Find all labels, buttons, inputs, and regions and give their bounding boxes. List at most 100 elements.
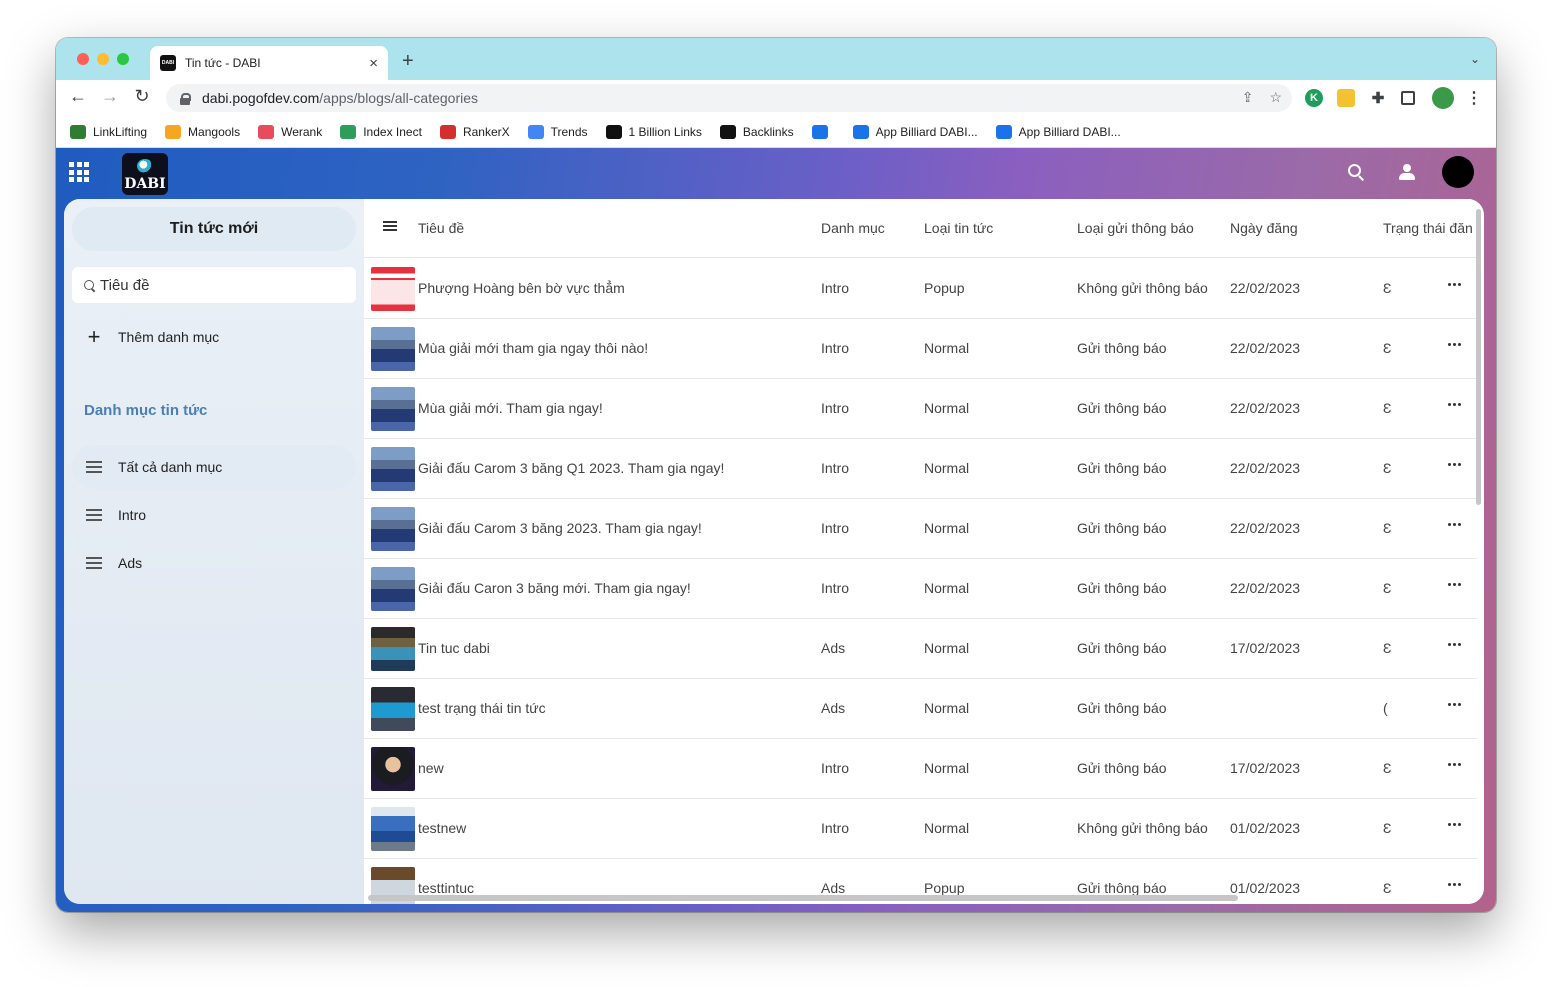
cell-type: Popup bbox=[924, 280, 965, 296]
search-icon bbox=[84, 280, 94, 290]
bookmark-star-icon[interactable]: ☆ bbox=[1269, 89, 1282, 106]
reload-icon[interactable]: ↻ bbox=[130, 86, 154, 107]
bookmark-favicon-icon bbox=[811, 124, 828, 139]
list-icon bbox=[86, 557, 102, 569]
dabi-logo[interactable]: DABI bbox=[122, 153, 168, 195]
share-icon[interactable]: ⇪ bbox=[1242, 89, 1254, 106]
table-row[interactable]: Phượng Hoàng bên bờ vực thẳm Intro Popup Kh… bbox=[364, 259, 1477, 319]
bookmark-item[interactable]: Werank bbox=[258, 124, 322, 139]
bookmark-favicon-icon bbox=[995, 124, 1012, 139]
column-header-date[interactable]: Ngày đăng bbox=[1230, 220, 1298, 236]
broom-extension-icon[interactable] bbox=[1337, 89, 1355, 107]
search-icon[interactable] bbox=[1346, 162, 1366, 182]
tab-search-chevron-icon[interactable]: ⌄ bbox=[1470, 52, 1480, 66]
cell-category: Intro bbox=[821, 520, 850, 536]
cell-notify: Gửi thông báo bbox=[1077, 880, 1167, 896]
browser-menu-icon[interactable]: ⋮ bbox=[1465, 89, 1483, 107]
cell-notify: Gửi thông báo bbox=[1077, 460, 1167, 476]
browser-tab[interactable]: DABI Tin tức - DABI × bbox=[150, 46, 388, 80]
side-panel-icon[interactable] bbox=[1401, 91, 1415, 105]
maximize-window-button[interactable] bbox=[117, 53, 129, 65]
bookmark-item[interactable] bbox=[811, 124, 835, 139]
extensions-puzzle-icon[interactable]: ✚ bbox=[1369, 89, 1387, 107]
table-row[interactable]: test trạng thái tin tức Ads Normal Gửi thôn… bbox=[364, 679, 1477, 739]
cell-title: Mùa giải mới. Tham gia ngay! bbox=[418, 400, 603, 416]
bookmark-label: App Billiard DABI... bbox=[1018, 124, 1121, 139]
column-header-type[interactable]: Loại tin tức bbox=[924, 220, 993, 236]
bookmark-item[interactable]: 1 Billion Links bbox=[605, 124, 702, 139]
bookmark-item[interactable]: App Billiard DABI... bbox=[995, 124, 1121, 139]
article-thumbnail bbox=[371, 447, 415, 491]
bookmark-item[interactable]: Backlinks bbox=[719, 124, 794, 139]
cell-status: Ɛ bbox=[1383, 520, 1391, 536]
row-more-options-icon[interactable] bbox=[1448, 403, 1462, 407]
vertical-scrollbar[interactable] bbox=[1476, 209, 1481, 505]
tab-close-icon[interactable]: × bbox=[369, 55, 378, 72]
bookmark-favicon-icon bbox=[719, 124, 736, 139]
category-item[interactable]: Tất cả danh mục bbox=[72, 445, 356, 489]
forward-arrow-icon[interactable]: → bbox=[98, 86, 122, 107]
column-header-notify[interactable]: Loại gửi thông báo bbox=[1077, 220, 1194, 236]
main-content: Tin tức mới Tiêu đề + Thêm danh mục Danh… bbox=[64, 199, 1484, 904]
horizontal-scrollbar[interactable] bbox=[368, 895, 1238, 901]
category-item[interactable]: Ads bbox=[72, 541, 356, 585]
row-more-options-icon[interactable] bbox=[1448, 823, 1462, 827]
cell-type: Normal bbox=[924, 520, 970, 536]
new-article-button[interactable]: Tin tức mới bbox=[72, 207, 356, 251]
bookmark-favicon-icon bbox=[70, 124, 86, 139]
table-row[interactable]: Giải đấu Carom 3 băng Q1 2023. Tham gia … bbox=[364, 439, 1477, 499]
article-thumbnail bbox=[371, 507, 415, 551]
apps-grid-icon[interactable] bbox=[69, 162, 89, 182]
bookmark-item[interactable]: App Billiard DABI... bbox=[852, 124, 978, 139]
bookmark-item[interactable]: Mangools bbox=[165, 124, 240, 139]
table-row[interactable]: Giải đấu Caron 3 băng mới. Tham gia ngay… bbox=[364, 559, 1477, 619]
address-bar[interactable]: dabi.pogofdev.com/apps/blogs/all-categor… bbox=[166, 84, 1292, 112]
row-more-options-icon[interactable] bbox=[1448, 343, 1462, 347]
cell-notify: Gửi thông báo bbox=[1077, 700, 1167, 716]
avatar[interactable] bbox=[1442, 156, 1474, 188]
row-more-options-icon[interactable] bbox=[1448, 523, 1462, 527]
search-input[interactable]: Tiêu đề bbox=[72, 267, 356, 303]
table-row[interactable]: Tin tuc dabi Ads Normal Gửi thông báo 17/02/… bbox=[364, 619, 1477, 679]
profile-avatar-icon[interactable] bbox=[1432, 87, 1454, 109]
k-extension-icon[interactable]: K bbox=[1305, 89, 1323, 107]
add-category-label: Thêm danh mục bbox=[118, 329, 220, 345]
column-header-category[interactable]: Danh mục bbox=[821, 220, 885, 236]
cell-title: Phượng Hoàng bên bờ vực thẳm bbox=[418, 280, 625, 296]
row-more-options-icon[interactable] bbox=[1448, 583, 1462, 587]
row-more-options-icon[interactable] bbox=[1448, 283, 1462, 287]
row-more-options-icon[interactable] bbox=[1448, 883, 1462, 887]
bookmark-item[interactable]: LinkLifting bbox=[70, 124, 147, 139]
table-row[interactable]: Mùa giải mới. Tham gia ngay! Intro Normal G… bbox=[364, 379, 1477, 439]
app-header: DABI bbox=[56, 148, 1496, 198]
bookmark-item[interactable]: RankerX bbox=[439, 124, 510, 139]
back-arrow-icon[interactable]: ← bbox=[66, 86, 90, 107]
close-window-button[interactable] bbox=[77, 53, 89, 65]
table-row[interactable]: Mùa giải mới tham gia ngay thôi nào! Intr… bbox=[364, 319, 1477, 379]
column-menu-icon[interactable] bbox=[383, 221, 397, 231]
bookmark-label: Trends bbox=[550, 124, 588, 139]
cell-notify: Gửi thông báo bbox=[1077, 400, 1167, 416]
new-tab-button[interactable]: + bbox=[402, 50, 414, 73]
column-header-status[interactable]: Trạng thái đăn bbox=[1383, 220, 1477, 236]
user-icon[interactable] bbox=[1397, 162, 1417, 182]
cell-status: Ɛ bbox=[1383, 760, 1391, 776]
row-more-options-icon[interactable] bbox=[1448, 703, 1462, 707]
row-more-options-icon[interactable] bbox=[1448, 763, 1462, 767]
table-row[interactable]: Giải đấu Carom 3 băng 2023. Tham gia nga… bbox=[364, 499, 1477, 559]
row-more-options-icon[interactable] bbox=[1448, 463, 1462, 467]
bookmark-favicon-icon bbox=[527, 124, 544, 139]
cell-date: 17/02/2023 bbox=[1230, 640, 1301, 656]
category-item[interactable]: Intro bbox=[72, 493, 356, 537]
bookmark-item[interactable]: Index Inect bbox=[340, 124, 422, 139]
add-category-button[interactable]: + Thêm danh mục bbox=[84, 326, 220, 348]
table-row[interactable]: new Intro Normal Gửi thông báo 17/02/2023 Ɛ bbox=[364, 739, 1477, 799]
table-row[interactable]: testnew Intro Normal Không gửi thông báo 01/… bbox=[364, 799, 1477, 859]
cell-category: Intro bbox=[821, 460, 850, 476]
row-more-options-icon[interactable] bbox=[1448, 643, 1462, 647]
minimize-window-button[interactable] bbox=[97, 53, 109, 65]
bookmark-item[interactable]: Trends bbox=[527, 124, 588, 139]
url-path: /apps/blogs/all-categories bbox=[319, 90, 479, 106]
column-header-title[interactable]: Tiêu đề bbox=[418, 220, 464, 236]
cell-date: 22/02/2023 bbox=[1230, 520, 1301, 536]
